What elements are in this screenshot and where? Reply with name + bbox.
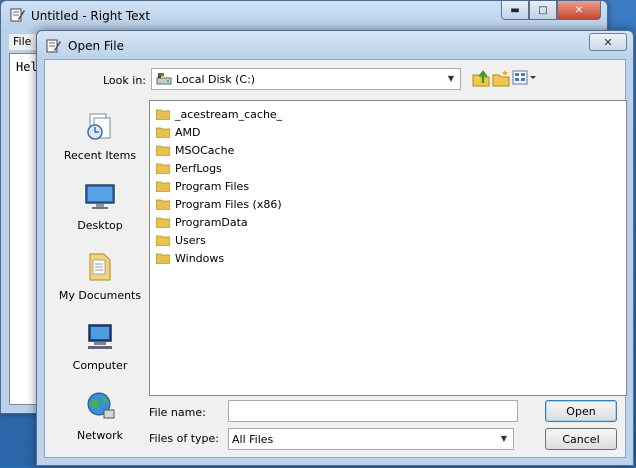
list-item[interactable]: ProgramData [156,213,248,231]
chevron-down-icon[interactable]: ▼ [497,431,511,445]
list-item[interactable]: Program Files [156,177,249,195]
chevron-down-icon[interactable]: ▼ [444,71,458,85]
list-item[interactable]: AMD [156,123,201,141]
desktop-icon [85,184,115,209]
folder-icon [156,109,170,120]
places-bar: Recent Items Desktop My Documents Comput… [53,100,147,468]
folder-icon [156,127,170,138]
list-item[interactable]: Users [156,231,206,249]
place-label: Computer [72,359,128,372]
file-name-label: File name: [149,406,206,419]
place-label: My Documents [58,289,142,302]
place-network[interactable]: Network [53,390,147,442]
file-name: PerfLogs [175,161,222,175]
look-in-label: Look in: [103,74,146,87]
list-item[interactable]: Program Files (x86) [156,195,282,213]
file-list[interactable]: _acestream_cache_ AMD MSOCache PerfLogs … [149,100,627,396]
file-type-label: Files of type: [149,432,220,445]
editor-content: Hel [16,60,38,74]
folder-icon [156,163,170,174]
place-my-documents[interactable]: My Documents [53,250,147,302]
look-in-value: Local Disk (C:) [176,72,256,86]
documents-icon [89,253,111,281]
folder-icon [156,199,170,210]
place-label: Recent Items [63,149,137,162]
dialog-title: Open File [68,39,124,53]
new-folder-icon [492,70,510,87]
place-label: Network [77,429,123,442]
view-menu-icon [512,70,536,85]
close-button[interactable]: ✕ [557,1,601,20]
file-name: Program Files [175,179,250,193]
file-name: Users [175,233,206,247]
place-desktop[interactable]: Desktop [53,180,147,232]
open-file-dialog: Open File ✕ Look in: Local Disk (C:) ▼ R… [36,30,634,466]
network-icon [87,392,115,419]
new-folder-button[interactable] [491,68,511,88]
list-item[interactable]: MSOCache [156,141,234,159]
open-button[interactable]: Open [545,400,617,422]
place-computer[interactable]: Computer [53,320,147,372]
folder-up-button[interactable] [471,68,491,88]
view-menu-button[interactable] [511,68,537,88]
menu-file[interactable]: File [13,35,31,48]
list-item[interactable]: _acestream_cache_ [156,105,282,123]
dialog-titlebar[interactable]: Open File ✕ [37,31,633,59]
dialog-close-button[interactable]: ✕ [589,33,627,51]
recent-items-icon [87,113,111,140]
cancel-button[interactable]: Cancel [545,428,617,450]
right-text-titlebar[interactable]: Untitled - Right Text ▬ □ ✕ [1,1,607,31]
local-disk-icon [156,73,172,85]
folder-icon [156,181,170,192]
file-type-combobox[interactable]: All Files ▼ [228,428,514,450]
folder-icon [156,217,170,228]
folder-icon [156,253,170,264]
maximize-button[interactable]: □ [529,1,557,20]
window-title: Untitled - Right Text [31,9,151,23]
file-type-value: All Files [232,433,274,446]
place-recent-items[interactable]: Recent Items [53,110,147,162]
computer-icon [88,324,112,349]
folder-icon [156,235,170,246]
file-name: _acestream_cache_ [175,107,283,121]
file-name: AMD [175,125,201,139]
place-label: Desktop [77,219,123,232]
file-name: MSOCache [175,143,235,157]
minimize-button[interactable]: ▬ [501,1,529,20]
file-name: ProgramData [175,215,248,229]
file-name: Windows [175,251,225,265]
look-in-combobox[interactable]: Local Disk (C:) ▼ [151,68,461,90]
list-item[interactable]: PerfLogs [156,159,222,177]
folder-up-icon [472,70,490,87]
notepad-icon [46,39,61,53]
file-name: Program Files (x86) [175,197,282,211]
list-item[interactable]: Windows [156,249,224,267]
notepad-icon [10,8,25,22]
file-name-input[interactable] [228,400,518,422]
dialog-body: Look in: Local Disk (C:) ▼ Recent Items … [44,59,627,458]
folder-icon [156,145,170,156]
